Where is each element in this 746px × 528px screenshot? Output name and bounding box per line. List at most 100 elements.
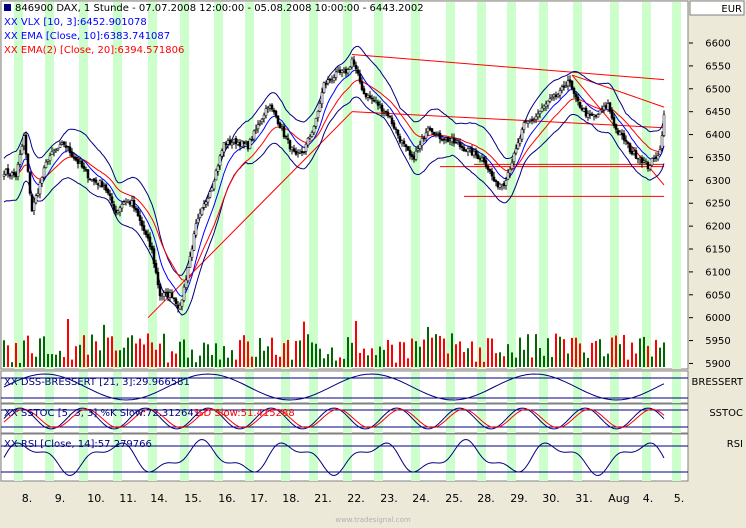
volume-bar — [79, 344, 81, 367]
volume-bar — [47, 353, 49, 367]
volume-bar — [55, 354, 57, 367]
candle-body — [522, 122, 526, 130]
candle-body — [584, 107, 588, 117]
candle-body — [210, 187, 214, 192]
candle-body — [594, 115, 598, 117]
candle-body — [164, 292, 168, 294]
price-tick-label: 5950 — [705, 336, 730, 347]
candle-body — [48, 155, 52, 161]
volume-bar — [483, 361, 485, 367]
candle-body — [154, 262, 158, 273]
volume-bar — [411, 338, 413, 367]
price-tick-label: 6100 — [705, 267, 730, 278]
volume-bar — [551, 357, 553, 367]
volume-bar — [335, 360, 337, 367]
candle-body — [630, 150, 634, 155]
volume-bar — [375, 355, 377, 367]
day-band — [245, 2, 254, 369]
candle-body — [466, 148, 470, 152]
volume-bar — [487, 338, 489, 367]
volume-bar — [631, 342, 633, 367]
candle-body — [368, 95, 372, 99]
candle-body — [602, 105, 606, 111]
candle-body — [480, 157, 484, 161]
volume-bar — [439, 335, 441, 367]
legend-vlx[interactable]: XX VLX [10, 3]:6452.901078 — [4, 17, 147, 28]
candle-body — [92, 178, 96, 182]
candle-body — [600, 109, 604, 112]
candle-body — [6, 168, 10, 175]
candle-body — [340, 70, 344, 73]
candle-body — [414, 150, 418, 160]
candle-body — [26, 153, 30, 172]
candle-body — [502, 183, 506, 187]
candle-body — [264, 108, 268, 116]
rsi-title[interactable]: XX RSI [Close, 14]:57.279766 — [4, 439, 152, 450]
volume-bar — [523, 349, 525, 367]
candle-body — [642, 160, 646, 163]
dss-title[interactable]: XX DSS-BRESSERT [21, 3]:29.966581 — [4, 377, 190, 388]
candle-body — [62, 141, 66, 145]
candle-body — [482, 157, 486, 163]
candle-body — [422, 137, 426, 140]
candle-body — [384, 110, 388, 113]
candle-body — [34, 195, 38, 204]
candle-body — [532, 118, 536, 120]
candle-body — [20, 146, 24, 155]
stoch-d-title[interactable]: %D Slow:51.415288 — [194, 408, 295, 419]
volume-bar — [323, 358, 325, 367]
candle-body — [534, 116, 538, 120]
time-tick-label: 28. — [477, 492, 495, 505]
candle-body — [38, 182, 42, 195]
volume-bar — [219, 359, 221, 367]
candle-body — [540, 107, 544, 112]
volume-bar — [663, 342, 665, 367]
volume-bar — [391, 344, 393, 367]
volume-bar — [531, 357, 533, 367]
volume-bar — [147, 333, 149, 367]
candle-body — [656, 155, 660, 160]
candle-body — [496, 181, 500, 188]
day-band — [374, 435, 383, 481]
day-band — [642, 435, 651, 481]
candle-body — [524, 121, 528, 124]
candle-body — [516, 142, 520, 149]
legend-ema20[interactable]: XX EMA(2) [Close, 20]:6394.571806 — [4, 45, 184, 56]
candle-body — [126, 201, 130, 203]
candle-body — [606, 103, 610, 110]
candle-body — [360, 81, 364, 90]
candle-body — [464, 149, 468, 152]
day-band — [309, 2, 318, 369]
candle-body — [190, 248, 194, 258]
volume-bar — [239, 340, 241, 367]
volume-bar — [171, 351, 173, 367]
candle-body — [582, 108, 586, 112]
candle-body — [208, 191, 212, 198]
candle-body — [336, 70, 340, 73]
volume-bar — [571, 337, 573, 367]
volume-bar — [435, 334, 437, 367]
candle-body — [226, 140, 230, 145]
candle-body — [212, 180, 216, 190]
volume-bar — [99, 350, 101, 367]
legend-ema10[interactable]: XX EMA [Close, 10]:6383.741087 — [4, 31, 170, 42]
volume-bar — [467, 348, 469, 367]
day-band — [446, 2, 455, 369]
candle-body — [234, 138, 238, 145]
candle-body — [184, 279, 188, 288]
candle-body — [398, 136, 402, 143]
candle-body — [134, 207, 138, 211]
candle-body — [550, 96, 554, 99]
volume-bar — [599, 339, 601, 367]
stoch-k-title[interactable]: XX SSTOC [5, 3, 3] %K Slow:72.312641 — [4, 408, 200, 419]
candle-body — [334, 71, 338, 78]
volume-bar — [567, 353, 569, 367]
candle-body — [370, 97, 374, 100]
rsi-tag: RSI — [727, 439, 743, 450]
volume-bar — [231, 350, 233, 367]
candle-body — [374, 100, 378, 103]
chart-title: 846900 DAX, 1 Stunde - 07.07.2008 12:00:… — [15, 3, 424, 14]
volume-bar — [287, 339, 289, 367]
volume-bar — [267, 346, 269, 367]
candle-body — [124, 201, 128, 204]
